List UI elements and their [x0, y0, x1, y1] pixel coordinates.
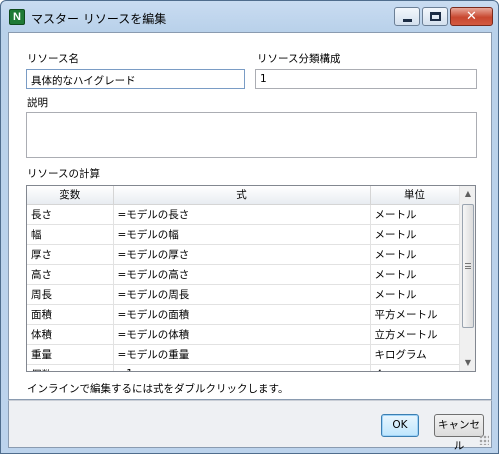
- title-bar[interactable]: N マスター リソースを編集 ✕: [1, 1, 498, 33]
- cell-unit[interactable]: 个: [370, 364, 460, 371]
- table-row[interactable]: 個数 =1 个: [27, 364, 460, 371]
- cell-unit[interactable]: メートル: [370, 204, 460, 225]
- cell-variable[interactable]: 長さ: [27, 204, 114, 225]
- maximize-button[interactable]: [422, 7, 448, 26]
- category-label: リソース分類構成: [257, 53, 341, 65]
- cell-variable[interactable]: 高さ: [27, 264, 114, 285]
- table-row[interactable]: 周長 =モデルの周長 メートル: [27, 284, 460, 305]
- resource-name-input[interactable]: 具体的なハイグレード: [26, 69, 245, 89]
- column-header-formula[interactable]: 式: [113, 186, 371, 205]
- cell-variable[interactable]: 面積: [27, 304, 114, 325]
- close-icon: ✕: [466, 9, 477, 24]
- column-header-unit[interactable]: 単位: [370, 186, 460, 205]
- cell-unit[interactable]: 平方メートル: [370, 304, 460, 325]
- cell-formula[interactable]: =モデルの重量: [113, 344, 371, 365]
- table-row[interactable]: 体積 =モデルの体積 立方メートル: [27, 324, 460, 345]
- dialog-footer: OK キャンセル: [8, 400, 492, 452]
- table-row[interactable]: 長さ =モデルの長さ メートル: [27, 204, 460, 225]
- resize-grip-icon[interactable]: [479, 435, 489, 445]
- hint-text: インラインで編集するには式をダブルクリックします。: [27, 383, 289, 395]
- vertical-scrollbar[interactable]: ▲ ▼: [459, 186, 475, 371]
- cell-variable[interactable]: 厚さ: [27, 244, 114, 265]
- maximize-icon: [429, 12, 441, 21]
- description-label: 説明: [27, 97, 48, 109]
- table-row[interactable]: 厚さ =モデルの厚さ メートル: [27, 244, 460, 265]
- calculation-table: 変数 式 単位 長さ =モデルの長さ メートル 幅 =モデルの幅 メートル 厚さ…: [27, 186, 460, 371]
- cell-unit[interactable]: 立方メートル: [370, 324, 460, 345]
- scrollbar-thumb[interactable]: [462, 204, 474, 328]
- cell-unit[interactable]: メートル: [370, 224, 460, 245]
- cell-formula[interactable]: =モデルの周長: [113, 284, 371, 305]
- cell-formula[interactable]: =1: [113, 364, 371, 371]
- scroll-up-arrow-icon[interactable]: ▲: [460, 186, 475, 202]
- cell-formula[interactable]: =モデルの面積: [113, 304, 371, 325]
- minimize-icon: [402, 18, 412, 22]
- cell-unit[interactable]: メートル: [370, 284, 460, 305]
- cell-unit[interactable]: メートル: [370, 264, 460, 285]
- window-title: マスター リソースを編集: [31, 12, 167, 26]
- close-button[interactable]: ✕: [450, 7, 493, 26]
- calc-label: リソースの計算: [27, 168, 100, 180]
- category-input[interactable]: 1: [255, 69, 477, 89]
- scroll-down-arrow-icon[interactable]: ▼: [460, 355, 475, 371]
- cell-variable[interactable]: 体積: [27, 324, 114, 345]
- cell-variable[interactable]: 個数: [27, 364, 114, 371]
- cell-unit[interactable]: メートル: [370, 244, 460, 265]
- cell-formula[interactable]: =モデルの高さ: [113, 264, 371, 285]
- cell-formula[interactable]: =モデルの体積: [113, 324, 371, 345]
- app-icon: N: [9, 9, 25, 25]
- cell-formula[interactable]: =モデルの長さ: [113, 204, 371, 225]
- minimize-button[interactable]: [394, 7, 420, 26]
- dialog-window: N マスター リソースを編集 ✕ リソース名 具体的なハイグレード リソース分類…: [0, 0, 499, 454]
- cancel-button[interactable]: キャンセル: [434, 414, 484, 452]
- table-row[interactable]: 重量 =モデルの重量 キログラム: [27, 344, 460, 365]
- cell-variable[interactable]: 幅: [27, 224, 114, 245]
- description-textarea[interactable]: [26, 112, 477, 158]
- column-header-variable[interactable]: 変数: [27, 186, 114, 205]
- table-row[interactable]: 高さ =モデルの高さ メートル: [27, 264, 460, 285]
- cell-formula[interactable]: =モデルの厚さ: [113, 244, 371, 265]
- cell-variable[interactable]: 重量: [27, 344, 114, 365]
- resource-name-label: リソース名: [27, 53, 79, 65]
- calculation-grid: 変数 式 単位 長さ =モデルの長さ メートル 幅 =モデルの幅 メートル 厚さ…: [26, 185, 476, 372]
- cell-formula[interactable]: =モデルの幅: [113, 224, 371, 245]
- table-row[interactable]: 幅 =モデルの幅 メートル: [27, 224, 460, 245]
- table-header-row: 変数 式 単位: [27, 186, 460, 205]
- ok-button[interactable]: OK: [381, 414, 419, 437]
- cell-unit[interactable]: キログラム: [370, 344, 460, 365]
- dialog-content: リソース名 具体的なハイグレード リソース分類構成 1 説明 リソースの計算 変…: [8, 32, 492, 400]
- cell-variable[interactable]: 周長: [27, 284, 114, 305]
- table-row[interactable]: 面積 =モデルの面積 平方メートル: [27, 304, 460, 325]
- scrollbar-grip-icon: [465, 263, 471, 269]
